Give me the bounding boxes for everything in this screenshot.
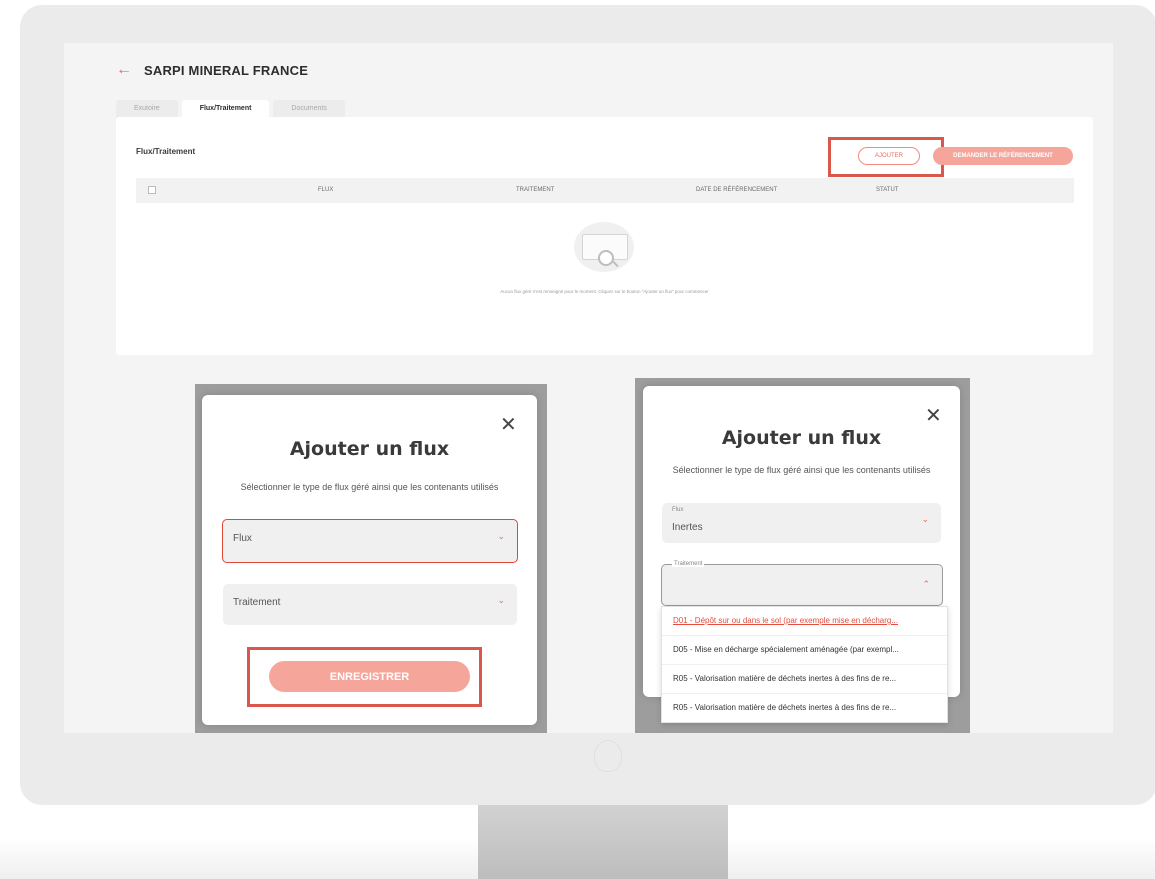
chevron-down-icon: ⌄	[921, 514, 929, 524]
traitement-select[interactable]: Traitement ⌃	[661, 561, 943, 606]
flux-select[interactable]: Flux ⌄	[222, 519, 518, 563]
empty-state-illustration	[574, 222, 634, 272]
dropdown-option[interactable]: R05 - Valorisation matière de déchets in…	[662, 664, 947, 693]
close-icon[interactable]: ✕	[925, 406, 942, 426]
dropdown-option[interactable]: R05 - Valorisation matière de déchets in…	[662, 693, 947, 722]
modal-title: Ajouter un flux	[289, 438, 450, 460]
add-flux-modal: ✕ Ajouter un flux Sélectionner le type d…	[202, 395, 537, 725]
column-flux[interactable]: FLUX	[318, 187, 333, 193]
flux-value: Inertes	[672, 522, 703, 533]
back-arrow-icon[interactable]: ←	[116, 61, 132, 79]
save-button[interactable]: ENREGISTRER	[269, 661, 470, 692]
highlight-box-add	[828, 137, 944, 177]
select-all-checkbox[interactable]	[148, 186, 156, 194]
flux-select[interactable]: Flux Inertes ⌄	[662, 503, 941, 543]
column-traitement[interactable]: TRAITEMENT	[516, 187, 554, 193]
dropdown-option[interactable]: D01 - Dépôt sur ou dans le sol (par exem…	[662, 607, 947, 635]
traitement-select[interactable]: Traitement ⌄	[223, 584, 517, 625]
chevron-up-icon: ⌃	[922, 579, 930, 589]
flux-card: Flux/Traitement AJOUTER DEMANDER LE RÉFÉ…	[116, 117, 1093, 355]
monitor-logo	[594, 740, 622, 772]
tab-exutoire[interactable]: Exutoire	[116, 100, 178, 118]
chevron-down-icon: ⌄	[497, 595, 505, 605]
flux-placeholder: Flux	[233, 533, 252, 544]
tab-bar: Exutoire Flux/Traitement Documents	[116, 100, 349, 118]
tab-flux-traitement[interactable]: Flux/Traitement	[181, 100, 270, 118]
flux-label: Flux	[672, 507, 684, 513]
modal-title: Ajouter un flux	[721, 427, 882, 449]
request-referencing-button[interactable]: DEMANDER LE RÉFÉRENCEMENT	[933, 147, 1073, 165]
modal-subtitle: Sélectionner le type de flux géré ainsi …	[672, 465, 931, 475]
page-title: SARPI MINERAL FRANCE	[144, 62, 309, 78]
monitor-stand	[478, 805, 728, 879]
table-header: FLUX TRAITEMENT DATE DE RÉFÉRENCEMENT ST…	[136, 178, 1074, 203]
traitement-label: Traitement	[672, 561, 705, 567]
dropdown-option[interactable]: D05 - Mise en décharge spécialement amén…	[662, 635, 947, 664]
close-icon[interactable]: ✕	[500, 415, 517, 435]
card-title: Flux/Traitement	[136, 147, 196, 156]
traitement-dropdown: D01 - Dépôt sur ou dans le sol (par exem…	[661, 606, 948, 723]
traitement-placeholder: Traitement	[233, 597, 281, 608]
column-date[interactable]: DATE DE RÉFÉRENCEMENT	[696, 187, 777, 193]
empty-state-message: Aucun flux géré n'est renseigné pour le …	[500, 289, 709, 294]
modal-subtitle: Sélectionner le type de flux géré ainsi …	[240, 482, 499, 492]
tab-documents[interactable]: Documents	[273, 100, 345, 118]
page-header: ← SARPI MINERAL FRANCE	[116, 61, 308, 79]
column-statut[interactable]: STATUT	[876, 187, 898, 193]
chevron-down-icon: ⌄	[497, 531, 505, 541]
